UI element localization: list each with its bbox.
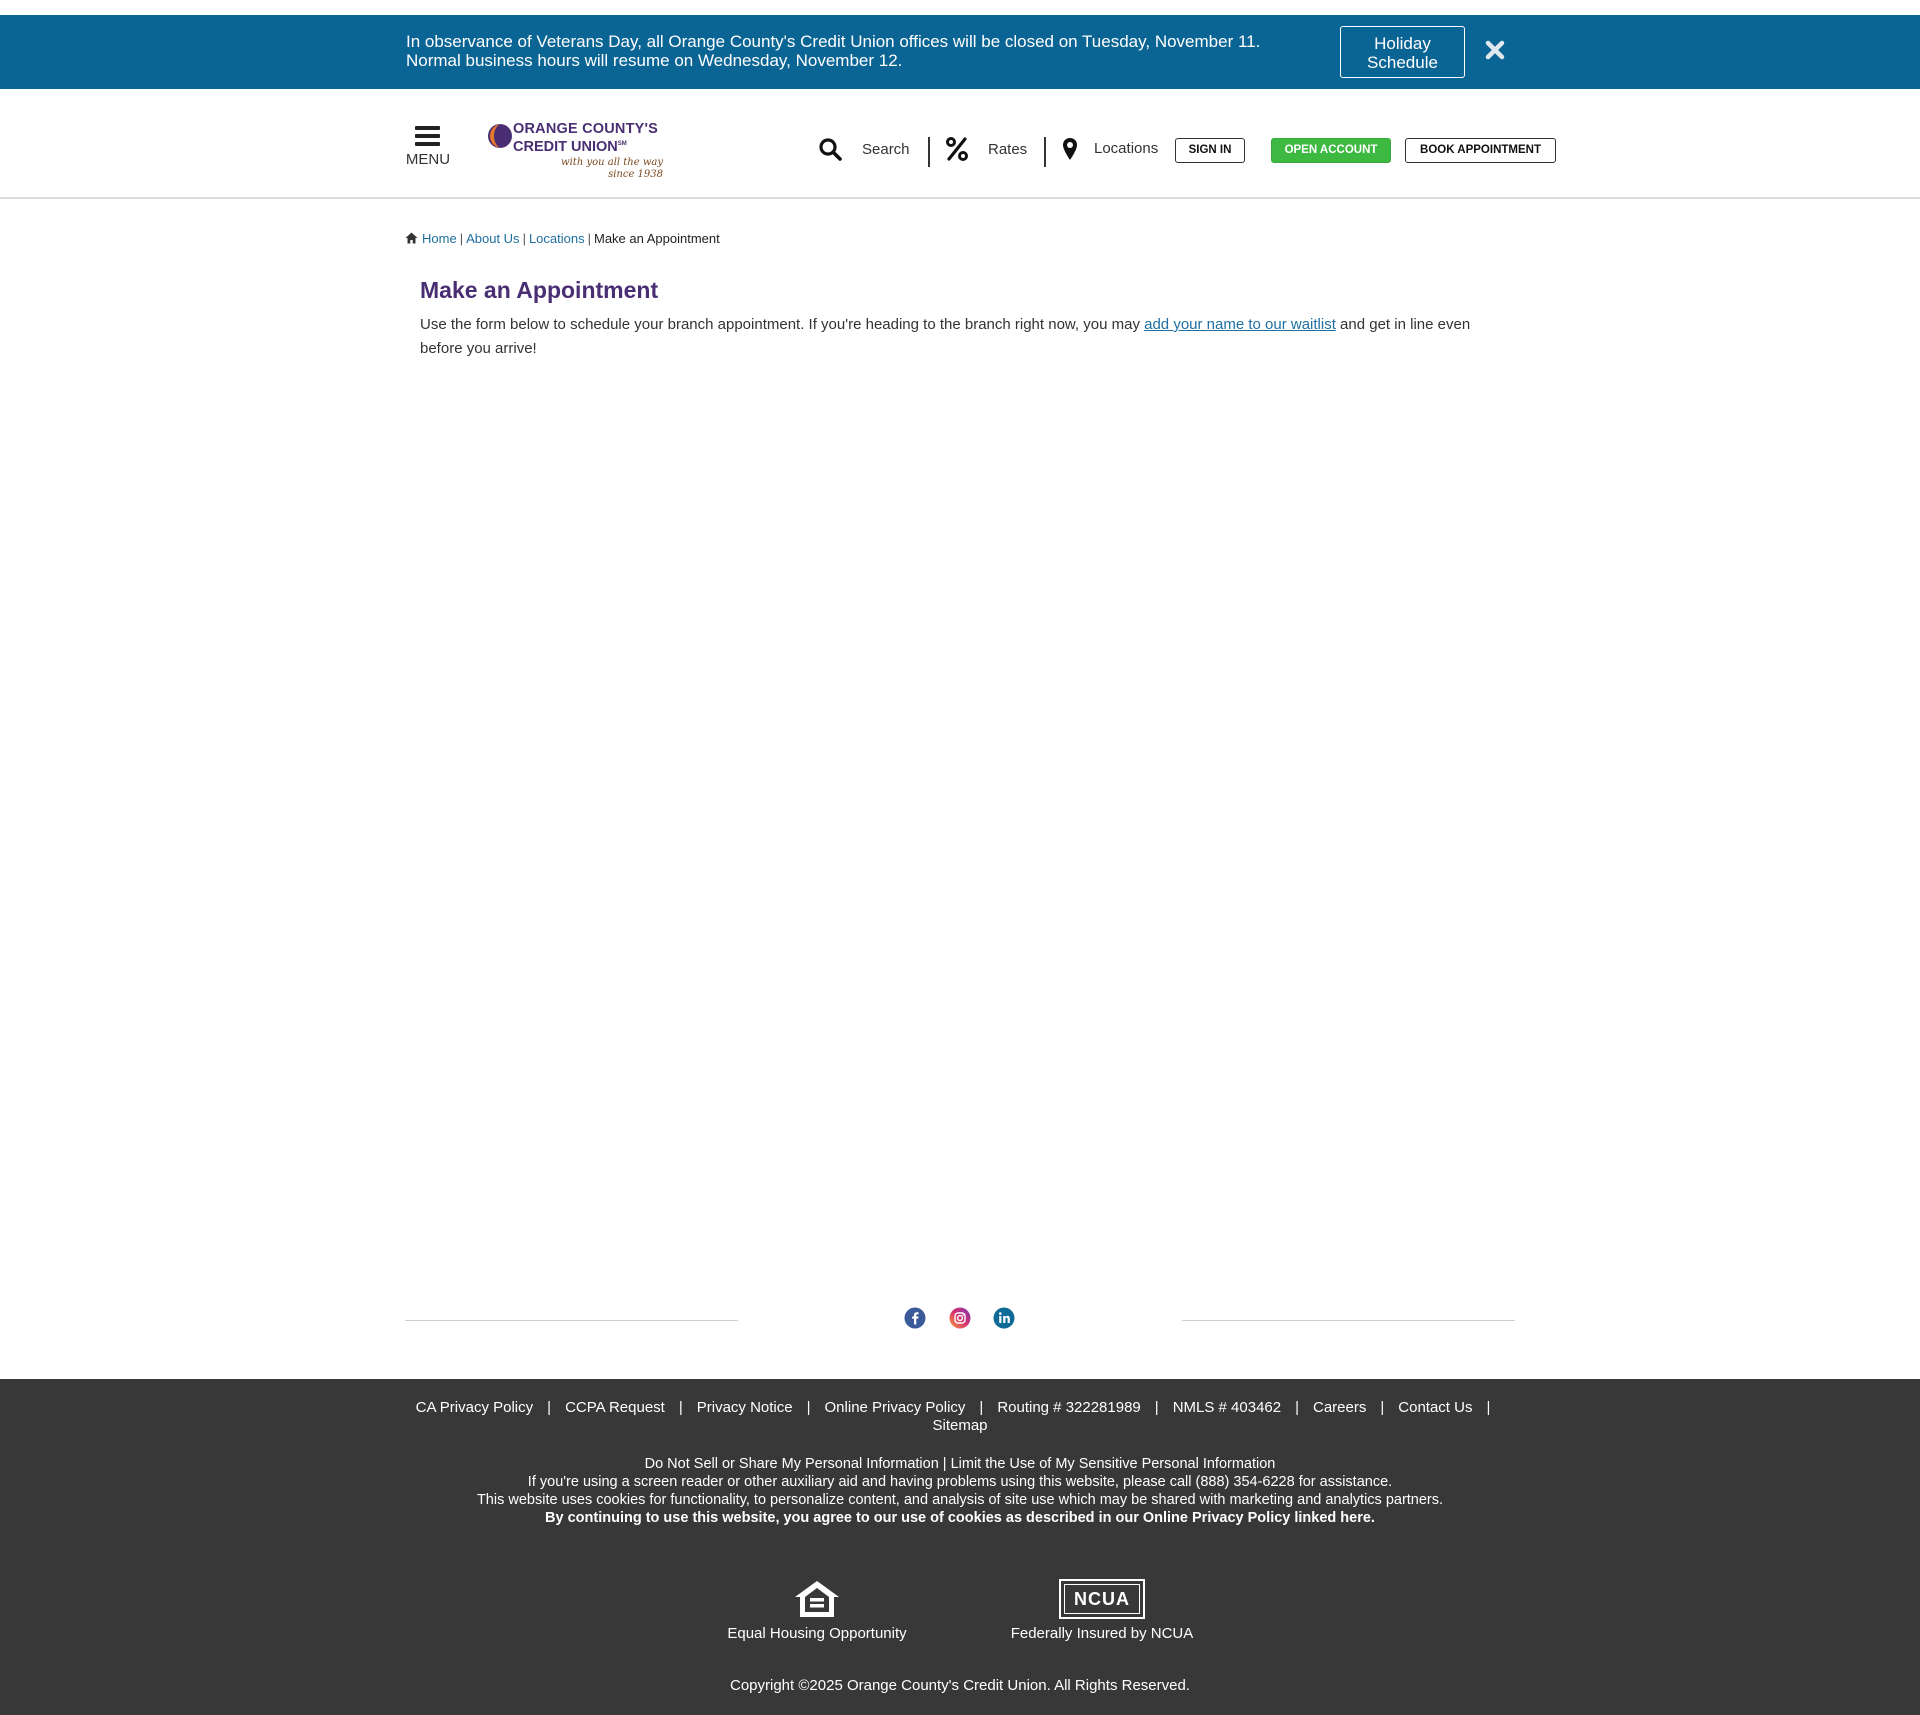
search-link[interactable]: Search — [818, 135, 913, 165]
ncua-badge: NCUA Federally Insured by NCUA — [992, 1579, 1212, 1642]
menu-label: MENU — [405, 151, 451, 168]
intro-text-before: Use the form below to schedule your bran… — [420, 316, 1145, 333]
footer-separator: | — [1154, 1399, 1159, 1416]
footer-separator: | — [547, 1399, 552, 1416]
footer-separator: | — [1380, 1399, 1385, 1416]
footer-link-privacy-notice[interactable]: Privacy Notice — [697, 1399, 793, 1416]
holiday-schedule-label-2: Schedule — [1367, 53, 1438, 72]
top-strip — [0, 0, 1920, 15]
social-divider-right — [1182, 1320, 1515, 1321]
footer-link-sitemap[interactable]: Sitemap — [932, 1417, 987, 1434]
breadcrumb: Home | About Us | Locations | Make an Appointm… — [405, 231, 720, 246]
logo-text: ORANGE COUNTY'S CREDIT UNIONSM with you … — [513, 122, 673, 181]
footer-separator: | — [1486, 1399, 1491, 1416]
equal-housing-label: Equal Housing Opportunity — [727, 1625, 907, 1642]
page-title: Make an Appointment — [420, 277, 659, 303]
accessibility-notice: If you're using a screen reader or other… — [527, 1474, 1393, 1490]
home-icon — [405, 232, 418, 244]
footer-info: Do Not Sell or Share My Personal Informa… — [0, 1455, 1920, 1527]
social-divider-left — [405, 1320, 738, 1321]
ncua-logo-text: NCUA — [1064, 1584, 1140, 1614]
footer-link-careers[interactable]: Careers — [1313, 1399, 1366, 1416]
site-footer: CA Privacy Policy | CCPA Request | Privacy N… — [0, 1379, 1920, 1715]
footer-link-online-privacy[interactable]: Online Privacy Policy — [825, 1399, 966, 1416]
search-icon — [819, 138, 842, 161]
logo-line-2: CREDIT UNION — [513, 139, 618, 155]
holiday-schedule-button[interactable]: Holiday Schedule — [1340, 26, 1465, 78]
cookie-consent-link[interactable]: By continuing to use this website, you a… — [0, 1509, 1920, 1527]
privacy-choices-link[interactable]: Do Not Sell or Share My Personal Informa… — [0, 1455, 1920, 1473]
holiday-schedule-label-1: Holiday — [1374, 34, 1431, 53]
alert-line-2: Normal business hours will resume on Wed… — [406, 51, 903, 70]
footer-separator: | — [678, 1399, 683, 1416]
search-label: Search — [862, 141, 910, 158]
facebook-icon[interactable] — [904, 1307, 926, 1329]
breadcrumb-separator: | — [587, 231, 591, 246]
breadcrumb-separator: | — [459, 231, 464, 246]
equal-housing-badge: Equal Housing Opportunity — [707, 1579, 927, 1642]
book-appointment-button[interactable]: BOOK APPOINTMENT — [1405, 138, 1556, 163]
open-account-button[interactable]: OPEN ACCOUNT — [1271, 138, 1391, 163]
ncua-logo: NCUA — [1059, 1579, 1145, 1619]
instagram-icon[interactable] — [949, 1307, 971, 1329]
footer-links: CA Privacy Policy | CCPA Request | Privacy N… — [405, 1399, 1515, 1435]
footer-separator: | — [979, 1399, 984, 1416]
footer-link-contact[interactable]: Contact Us — [1398, 1399, 1472, 1416]
logo-service-mark: SM — [617, 141, 627, 147]
logo-tagline-2: since 1938 — [608, 169, 663, 180]
footer-link-ca-privacy[interactable]: CA Privacy Policy — [416, 1399, 534, 1416]
percent-icon — [946, 137, 968, 161]
footer-separator: | — [1295, 1399, 1299, 1416]
cookie-notice: This website uses cookies for functional… — [476, 1492, 1444, 1508]
intro-paragraph: Use the form below to schedule your bran… — [420, 313, 1495, 361]
locations-link[interactable]: Locations — [1062, 135, 1167, 165]
footer-routing-number: Routing # 322281989 — [997, 1399, 1141, 1416]
map-pin-icon — [1063, 138, 1077, 160]
holiday-alert-banner: In observance of Veterans Day, all Orang… — [0, 15, 1920, 89]
close-icon[interactable] — [1482, 37, 1508, 63]
logo-line-1: ORANGE COUNTY'S — [513, 121, 659, 137]
footer-nmls-number: NMLS # 403462 — [1172, 1399, 1282, 1416]
linkedin-icon[interactable] — [993, 1307, 1015, 1329]
logo-line-2-wrap: CREDIT UNIONSM — [513, 137, 673, 155]
site-header: MENU ORANGE COUNTY'S CREDIT UNIONSM with… — [0, 89, 1920, 199]
rates-label: Rates — [988, 141, 1028, 158]
alert-message: In observance of Veterans Day, all Orang… — [406, 32, 1306, 70]
breadcrumb-about-us[interactable]: About Us — [466, 231, 519, 246]
locations-label: Locations — [1094, 140, 1159, 157]
sign-in-button[interactable]: SIGN IN — [1175, 138, 1245, 163]
hamburger-icon — [415, 126, 440, 146]
divider — [928, 137, 930, 167]
ncua-label: Federally Insured by NCUA — [1010, 1625, 1194, 1642]
footer-link-ccpa[interactable]: CCPA Request — [565, 1399, 665, 1416]
divider — [1044, 137, 1046, 167]
copyright: Copyright ©2025 Orange County's Credit U… — [730, 1677, 1190, 1694]
breadcrumb-separator: | — [522, 231, 526, 246]
equal-housing-icon — [795, 1581, 839, 1617]
waitlist-link[interactable]: add your name to our waitlist — [1144, 316, 1336, 333]
footer-separator: | — [806, 1399, 811, 1416]
breadcrumb-home[interactable]: Home — [422, 231, 457, 246]
alert-line-1: In observance of Veterans Day, all Orang… — [406, 32, 1261, 51]
breadcrumb-current: Make an Appointment — [594, 231, 720, 246]
menu-button[interactable]: MENU — [405, 126, 451, 170]
rates-link[interactable]: Rates — [946, 135, 1046, 165]
logo-tagline-1: with you all the way — [561, 157, 663, 168]
breadcrumb-locations[interactable]: Locations — [529, 231, 585, 246]
